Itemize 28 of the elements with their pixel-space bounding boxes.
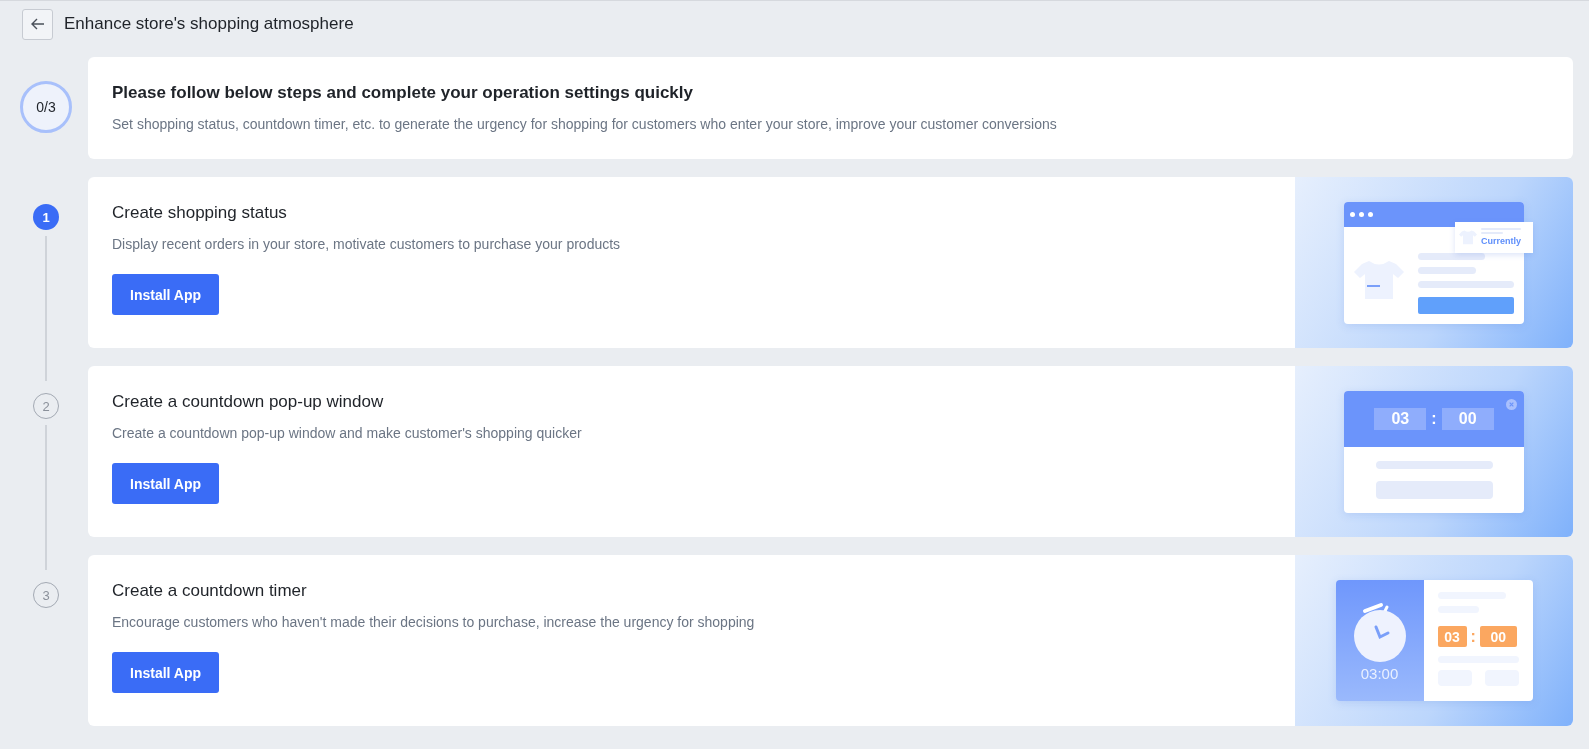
step-description: Create a countdown pop-up window and make customer's shopping quicker [112,425,583,441]
back-arrow-icon [29,16,46,32]
close-icon [1506,398,1517,410]
separator-label: : [1470,627,1476,646]
intro-description: Set shopping status, countdown timer, etc. to generate the urgency for shopping for customers who enter your store, improve your customer conversions [112,116,1058,132]
step-title: Create a countdown pop-up window [112,392,385,412]
seconds-label: 00 [1479,626,1517,647]
clock-label: 03:00 [1360,665,1399,682]
minutes-label: 03 [1437,626,1467,647]
install-app-button[interactable]: Install App [112,274,220,315]
seconds-label: 00 [1441,407,1494,430]
notification-label: Currently [1481,236,1521,246]
install-app-button[interactable]: Install App [112,463,220,504]
step-description: Display recent orders in your store, motivate customers to purchase your products [112,236,622,252]
progress-indicator: 0/3 [20,81,72,133]
intro-title: Please follow below steps and complete your operation settings quickly [112,83,694,103]
step-description: Encourage customers who haven't made their decisions to purchase, increase the urgency for shopping [112,614,756,630]
separator-label: : [1431,409,1437,428]
step-title: Create a countdown timer [112,581,308,601]
placeholder-line [1418,252,1486,260]
install-app-button[interactable]: Install App [112,652,220,693]
step-title: Create shopping status [112,203,288,223]
page-title: Enhance store's shopping atmosphere [64,14,354,34]
minutes-label: 03 [1374,407,1427,430]
back-button[interactable] [22,8,53,40]
placeholder-line [1418,266,1476,274]
step-number: 1 [33,204,59,230]
shirt-icon [1354,258,1404,299]
